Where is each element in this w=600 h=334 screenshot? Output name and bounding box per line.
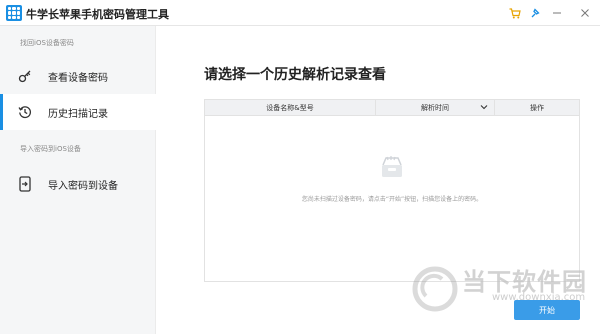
column-header-time-label: 解析时间 — [421, 104, 449, 112]
minimize-icon[interactable] — [548, 4, 566, 22]
import-device-icon — [18, 176, 32, 192]
grid-logo-icon — [6, 5, 22, 21]
close-icon[interactable] — [576, 4, 594, 22]
watermark-logo — [412, 266, 458, 312]
pin-icon[interactable] — [526, 4, 544, 22]
chevron-down-icon[interactable] — [480, 103, 488, 113]
sidebar-item-history[interactable]: 历史扫描记录 — [0, 94, 156, 130]
sidebar-item-label: 历史扫描记录 — [48, 108, 108, 120]
sidebar-item-view-passwords[interactable]: 查看设备密码 — [0, 58, 156, 94]
sidebar: 找回iOS设备密码 查看设备密码 历史扫描记录 导入密码到iOS设备 导入密码到… — [0, 26, 156, 334]
title-bar: 牛学长苹果手机密码管理工具 — [0, 0, 600, 26]
section-label-import: 导入密码到iOS设备 — [20, 145, 81, 153]
sidebar-item-label: 查看设备密码 — [48, 72, 108, 84]
app-title: 牛学长苹果手机密码管理工具 — [26, 8, 169, 21]
empty-state-text: 您尚未扫描过设备密码，请点击“开始”按钮，扫描您设备上的密码。 — [301, 196, 483, 203]
sidebar-item-label: 导入密码到设备 — [48, 180, 118, 192]
section-label-find: 找回iOS设备密码 — [20, 39, 74, 47]
history-icon — [18, 105, 32, 119]
empty-tray-icon — [377, 155, 407, 181]
history-table: 设备名称&型号 解析时间 操作 您尚未扫描过设备密码，请点击“开始”按钮，扫描您… — [204, 99, 580, 282]
page-title: 请选择一个历史解析记录查看 — [204, 67, 386, 83]
cart-icon[interactable] — [506, 4, 524, 22]
column-header-time[interactable]: 解析时间 — [376, 100, 495, 116]
sidebar-item-import[interactable]: 导入密码到设备 — [0, 166, 156, 202]
table-header: 设备名称&型号 解析时间 操作 — [205, 100, 579, 116]
key-icon — [18, 69, 32, 83]
column-header-action: 操作 — [530, 104, 544, 112]
start-button[interactable]: 开始 — [514, 300, 580, 320]
column-header-device: 设备名称&型号 — [205, 100, 376, 116]
